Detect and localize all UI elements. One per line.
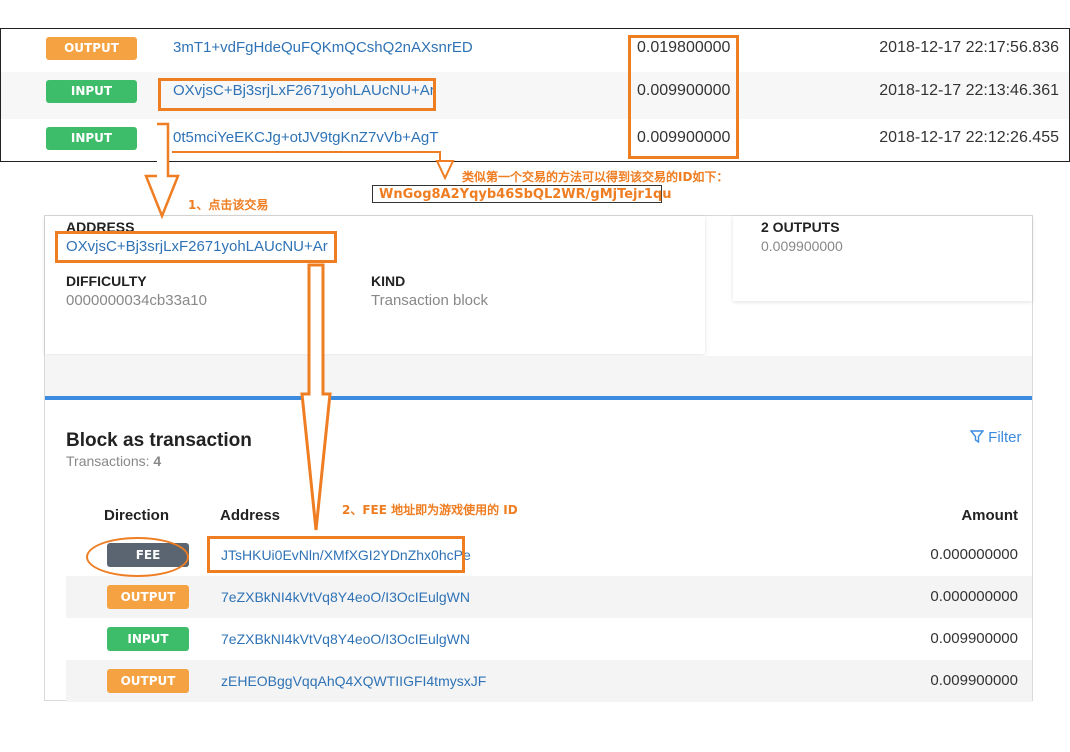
derived-id-value: WnGog8A2Yqyb46SbQL2WR/gMjTejr1qu xyxy=(379,187,672,202)
step1-note: 1、点击该交易 xyxy=(188,198,269,212)
step2-note: 2、FEE 地址即为游戏使用的 ID xyxy=(342,503,518,517)
id-hint-note: 类似第一个交易的方法可以得到该交易的ID如下： xyxy=(462,170,729,184)
derived-id-box: WnGog8A2Yqyb46SbQL2WR/gMjTejr1qu xyxy=(372,185,672,203)
annotation-arrows xyxy=(144,122,455,531)
arrow-to-block-detail xyxy=(144,122,180,220)
arrow-to-fee-row xyxy=(300,263,332,531)
arrow-to-id-label xyxy=(172,151,455,181)
